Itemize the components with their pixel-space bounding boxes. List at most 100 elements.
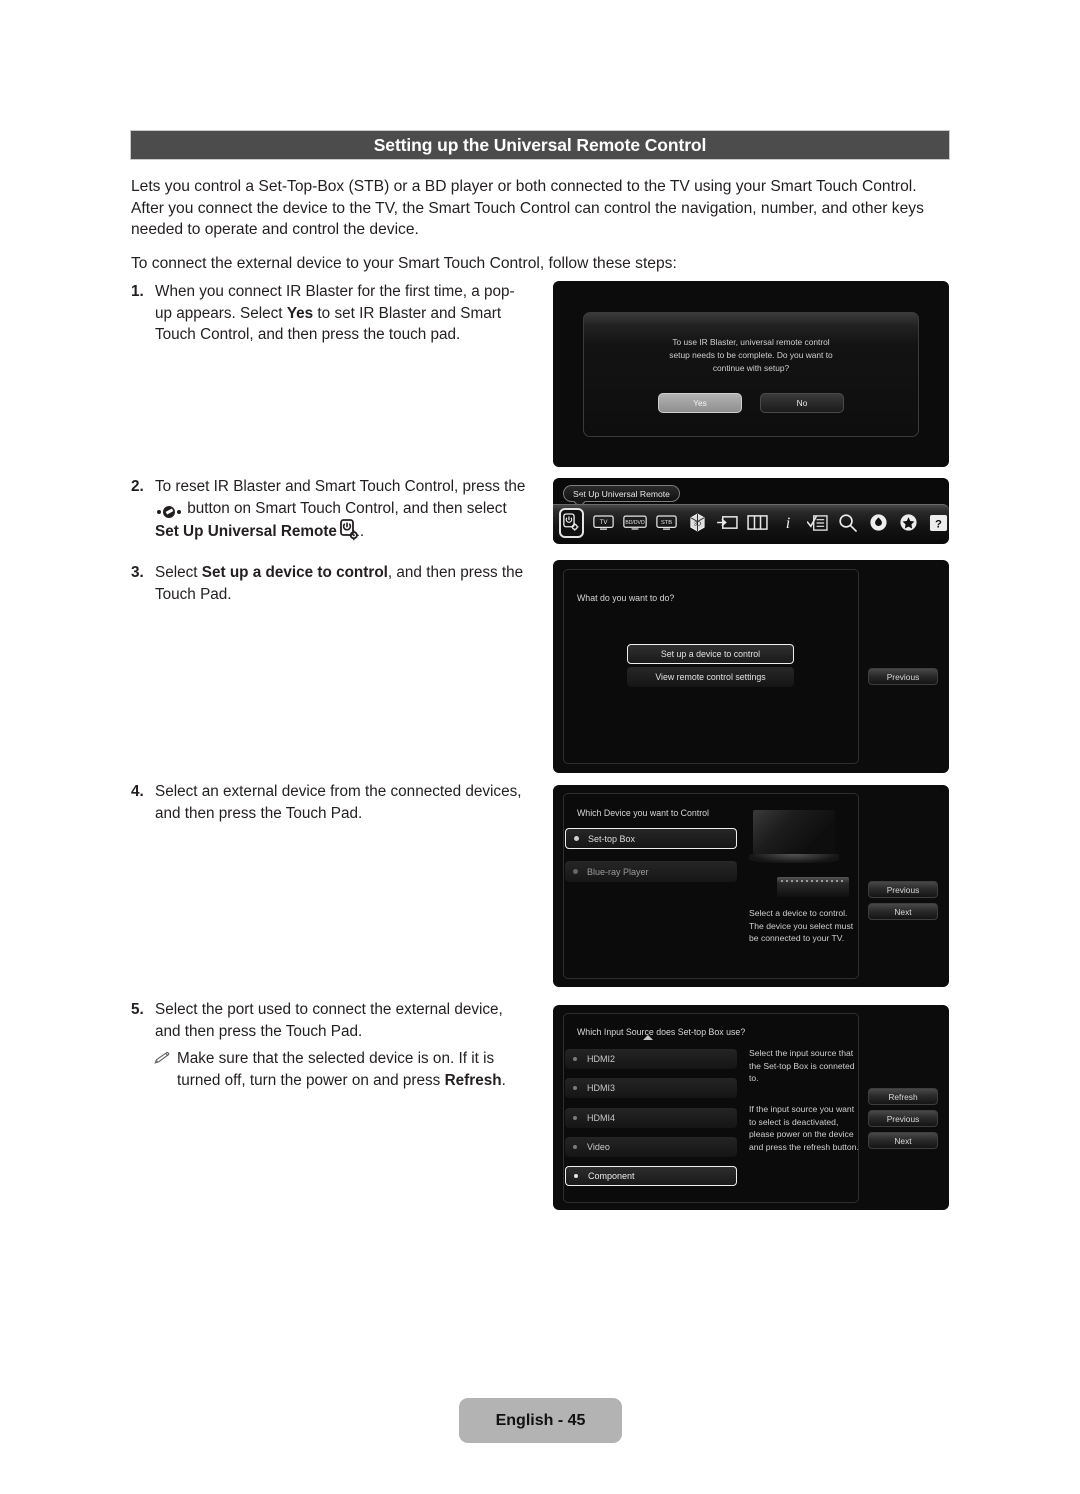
svg-text:3D: 3D (693, 521, 700, 527)
tv-icon[interactable]: TV (593, 510, 614, 536)
popup-no-button[interactable]: No (760, 393, 844, 413)
radio-bullet-icon (573, 1057, 577, 1061)
step-1-number: 1. (131, 283, 144, 300)
input-source-option-video[interactable]: Video (565, 1137, 737, 1157)
radio-bullet-icon (573, 1086, 577, 1090)
radio-bullet-icon (573, 869, 578, 874)
input-source-next-button[interactable]: Next (868, 1132, 938, 1149)
3d-icon[interactable]: 3D (687, 510, 708, 536)
input-source-help-text-2: If the input source you want to select i… (749, 1104, 859, 1152)
input-source-previous-button[interactable]: Previous (868, 1110, 938, 1127)
input-source-option-hdmi2[interactable]: HDMI2 (565, 1049, 737, 1069)
toolbar-icon-bar: TV BD/DVD STB 3D i ? (553, 504, 949, 540)
step-4: 4. Select an external device from the co… (131, 781, 526, 824)
step-2-text-c: . (359, 523, 365, 541)
input-source-option-hdmi2-label: HDMI2 (587, 1054, 616, 1064)
step-3-text-a: Select (155, 564, 202, 581)
screenshot-remote-toolbar: Set Up Universal Remote TV BD/DVD STB 3D (553, 478, 949, 544)
device-option-set-top-box[interactable]: Set-top Box (565, 828, 737, 849)
menu-list-icon[interactable] (807, 510, 828, 536)
input-source-option-hdmi3-label: HDMI3 (587, 1083, 616, 1093)
svg-text:i: i (785, 515, 790, 532)
which-device-previous-button[interactable]: Previous (868, 881, 938, 898)
screenshot-ir-blaster-popup: To use IR Blaster, universal remote cont… (553, 281, 949, 467)
popup-buttons: Yes No (584, 393, 918, 413)
input-source-refresh-button[interactable]: Refresh (868, 1088, 938, 1105)
input-source-question: Which Input Source does Set-top Box use? (577, 1027, 746, 1037)
radio-bullet-icon (573, 1116, 577, 1120)
which-device-next-button[interactable]: Next (868, 903, 938, 920)
step-1-bold-yes: Yes (286, 304, 314, 322)
step-4-text: Select an external device from the conne… (155, 783, 522, 822)
input-source-option-component[interactable]: Component (565, 1166, 737, 1186)
tv-screen-shape (753, 810, 835, 854)
source-input-icon[interactable] (716, 510, 738, 536)
popup-message: To use IR Blaster, universal remote cont… (584, 336, 918, 375)
screenshot-what-to-do: What do you want to do? Set up a device … (553, 560, 949, 773)
search-icon[interactable] (837, 510, 858, 536)
step-2-bold-sur: Set Up Universal Remote (155, 523, 337, 541)
page-footer: English - 45 (459, 1398, 622, 1443)
scroll-up-caret-icon[interactable] (643, 1035, 653, 1040)
device-option-blue-ray-player-label: Blue-ray Player (587, 866, 649, 877)
svg-text:TV: TV (600, 518, 609, 525)
radio-bullet-icon (574, 836, 579, 841)
step-4-number: 4. (131, 783, 144, 800)
set-up-universal-remote-icon[interactable] (559, 507, 585, 538)
what-to-do-previous-button[interactable]: Previous (868, 668, 938, 685)
device-option-blue-ray-player[interactable]: Blue-ray Player (565, 861, 737, 882)
option-set-up-device-to-control[interactable]: Set up a device to control (627, 644, 794, 664)
step-5-number: 5. (131, 1001, 144, 1018)
radio-bullet-icon (573, 1145, 577, 1149)
pencil-note-icon (153, 1048, 177, 1091)
help-icon[interactable]: ? (928, 510, 949, 536)
intro-paragraph-2: To connect the external device to your S… (131, 254, 677, 272)
smart-hub-icon[interactable] (868, 510, 889, 536)
input-source-option-component-label: Component (588, 1171, 635, 1181)
screenshot-input-source: Which Input Source does Set-top Box use?… (553, 1005, 949, 1210)
step-3-bold-setup: Set up a device to control (201, 564, 388, 581)
step-2-text-b: button on Smart Touch Control, and then … (183, 499, 507, 517)
input-source-help-text-1: Select the input source that the Set-top… (749, 1048, 855, 1083)
what-to-do-question: What do you want to do? (577, 593, 675, 603)
which-device-question: Which Device you want to Control (577, 808, 710, 818)
multi-view-icon[interactable] (747, 510, 768, 536)
input-source-option-hdmi4-label: HDMI4 (587, 1113, 616, 1123)
return-button-glyph-icon (157, 505, 181, 518)
which-device-help-text: Select a device to control. The device y… (749, 908, 854, 944)
tv-stand-shape (749, 854, 839, 863)
intro-block: Lets you control a Set-Top-Box (STB) or … (131, 176, 949, 274)
popup-message-line-3: continue with setup? (712, 363, 790, 373)
step-1: 1. When you connect IR Blaster for the f… (131, 281, 531, 346)
step-5-text: Select the port used to connect the exte… (155, 1001, 503, 1040)
device-option-set-top-box-label: Set-top Box (588, 833, 636, 844)
toolbar-tooltip: Set Up Universal Remote (563, 485, 680, 502)
tv-illustration (749, 810, 839, 865)
svg-text:BD/DVD: BD/DVD (626, 519, 646, 525)
step-5-note: Make sure that the selected device is on… (153, 1048, 526, 1091)
popup-dialog: To use IR Blaster, universal remote cont… (583, 312, 919, 437)
radio-bullet-icon (574, 1174, 578, 1178)
step-5-note-text: Make sure that the selected device is on… (177, 1048, 526, 1091)
option-view-remote-control-settings[interactable]: View remote control settings (627, 667, 794, 687)
set-up-universal-remote-glyph-icon (340, 519, 360, 541)
step-2-text-a: To reset IR Blaster and Smart Touch Cont… (155, 478, 526, 495)
svg-text:STB: STB (661, 519, 672, 525)
info-icon[interactable]: i (777, 510, 798, 536)
page-number-label: English - 45 (495, 1411, 586, 1429)
step-3-text: Select Set up a device to control, and t… (155, 562, 531, 605)
bd-dvd-icon[interactable]: BD/DVD (623, 510, 648, 536)
apps-icon[interactable] (898, 510, 919, 536)
step-5-note-bold-refresh: Refresh (444, 1071, 502, 1089)
step-3: 3. Select Set up a device to control, an… (131, 562, 531, 605)
manual-page: Setting up the Universal Remote Control … (0, 0, 1080, 1494)
step-5-note-b: . (501, 1071, 506, 1089)
input-source-option-hdmi4[interactable]: HDMI4 (565, 1108, 737, 1128)
step-2-number: 2. (131, 478, 144, 495)
popup-yes-button[interactable]: Yes (658, 393, 742, 413)
step-2: 2. To reset IR Blaster and Smart Touch C… (131, 476, 531, 543)
input-source-option-hdmi3[interactable]: HDMI3 (565, 1078, 737, 1098)
stb-icon[interactable]: STB (656, 510, 678, 536)
step-2-text: To reset IR Blaster and Smart Touch Cont… (155, 476, 531, 543)
intro-paragraph-1: Lets you control a Set-Top-Box (STB) or … (131, 178, 924, 238)
